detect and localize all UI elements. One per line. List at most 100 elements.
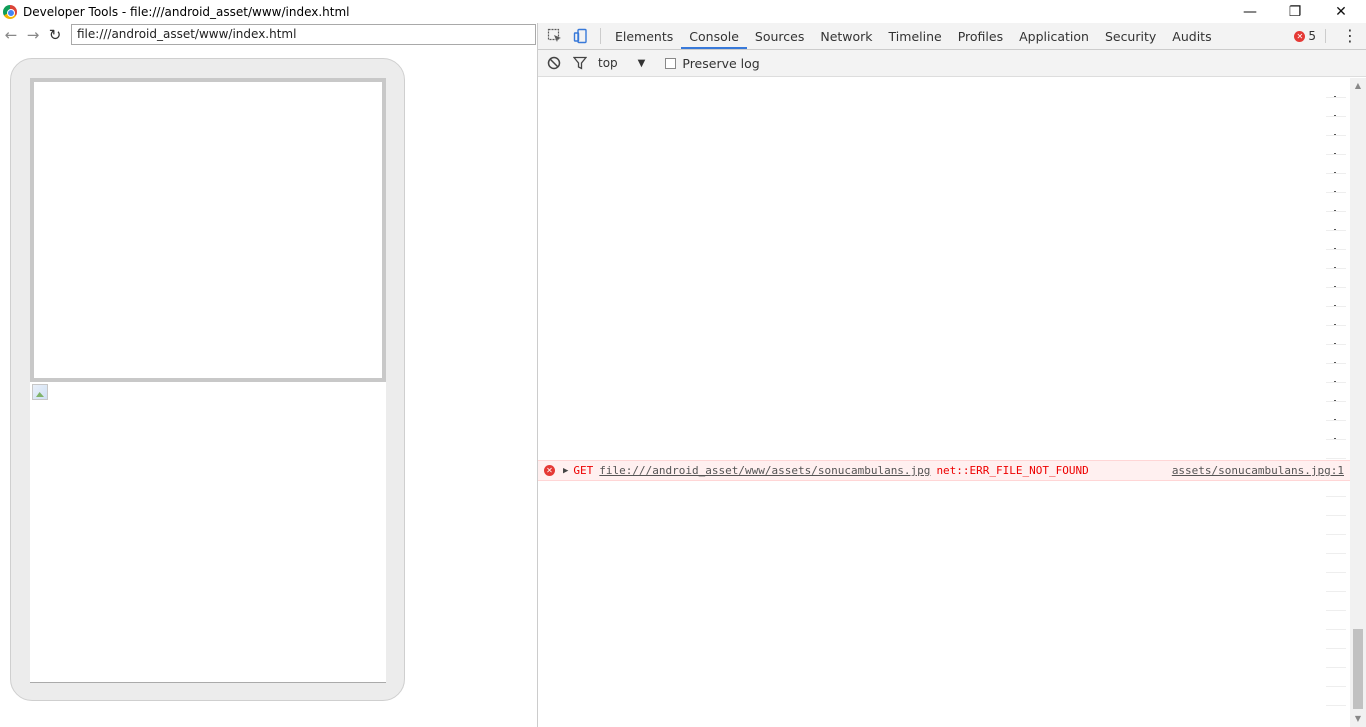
tick-dot [1334, 362, 1336, 363]
chrome-logo-icon [3, 4, 17, 19]
console-tick-mark [1326, 572, 1346, 573]
context-selector[interactable]: top [598, 56, 618, 70]
window-titlebar: Developer Tools - file:///android_asset/… [0, 0, 1366, 23]
scroll-up-arrow-icon[interactable]: ▲ [1350, 78, 1366, 94]
close-button[interactable]: ✕ [1318, 0, 1364, 23]
context-dropdown-arrow-icon[interactable]: ▼ [638, 58, 646, 69]
error-text: net::ERR_FILE_NOT_FOUND [936, 464, 1089, 477]
error-counter[interactable]: ✕ 5 [1294, 23, 1326, 49]
console-tick-mark [1326, 534, 1346, 535]
console-tick-mark [1326, 667, 1346, 668]
tick-dot [1334, 248, 1336, 249]
tick-dot [1334, 343, 1336, 344]
console-tick-mark [1326, 400, 1346, 402]
preserve-log-checkbox[interactable] [665, 57, 677, 69]
device-preview-pane: ← → ↻ file:///android_asset/www/index.ht… [0, 23, 537, 727]
console-tick-mark [1326, 553, 1346, 554]
console-tick-mark [1326, 267, 1346, 269]
console-tick-mark [1326, 96, 1346, 98]
source-link[interactable]: assets/sonucambulans.jpg:1 [1172, 464, 1344, 477]
tick-dot [1334, 438, 1336, 439]
tick-dot [1334, 115, 1336, 116]
tab-security[interactable]: Security [1097, 23, 1164, 49]
forward-arrow-icon[interactable]: → [22, 24, 44, 46]
error-count: 5 [1308, 29, 1316, 43]
more-options-icon[interactable]: ⋮ [1342, 23, 1358, 49]
tick-dot [1334, 324, 1336, 325]
error-icon: ✕ [1294, 30, 1306, 42]
tab-sources[interactable]: Sources [747, 23, 812, 49]
console-tick-mark [1326, 115, 1346, 117]
console-tick-mark [1326, 515, 1346, 516]
expand-triangle-icon[interactable]: ▶ [563, 466, 568, 476]
filter-icon[interactable] [572, 55, 588, 71]
tick-dot [1334, 229, 1336, 230]
console-tick-mark [1326, 229, 1346, 231]
reload-icon[interactable]: ↻ [44, 24, 66, 46]
console-tick-mark [1326, 496, 1346, 497]
inspect-element-icon[interactable] [542, 23, 568, 49]
console-toolbar: top ▼ Preserve log [538, 50, 1366, 77]
console-scrollbar[interactable]: ▲ ▼ [1350, 78, 1366, 727]
restore-button[interactable]: ❐ [1272, 0, 1318, 23]
console-tick-mark [1326, 610, 1346, 611]
tick-dot [1334, 305, 1336, 306]
tab-elements[interactable]: Elements [607, 23, 681, 49]
console-tick-mark [1326, 286, 1346, 288]
console-tick-mark [1326, 248, 1346, 250]
device-screen[interactable] [30, 78, 386, 683]
console-tick-mark [1326, 305, 1346, 307]
tick-dot [1334, 210, 1336, 211]
console-tick-mark [1326, 419, 1346, 421]
error-icon: ✕ [544, 465, 555, 476]
toolbar-separator [1325, 29, 1326, 43]
scrollbar-thumb[interactable] [1353, 629, 1363, 709]
devtools-panel: Elements Console Sources Network Timelin… [538, 23, 1366, 727]
request-method: GET [573, 464, 594, 477]
console-tick-mark [1326, 324, 1346, 326]
tick-dot [1334, 134, 1336, 135]
address-bar[interactable]: file:///android_asset/www/index.html [71, 24, 536, 45]
console-tick-mark [1326, 705, 1346, 706]
console-output[interactable]: ✕ ▶ GET file:///android_asset/www/assets… [538, 78, 1350, 727]
console-tick-mark [1326, 343, 1346, 345]
tick-dot [1334, 400, 1336, 401]
console-tick-mark [1326, 381, 1346, 383]
console-tick-mark [1326, 153, 1346, 155]
tab-timeline[interactable]: Timeline [881, 23, 950, 49]
tab-console[interactable]: Console [681, 23, 747, 49]
tick-dot [1334, 267, 1336, 268]
tick-dot [1334, 419, 1336, 420]
tick-dot [1334, 286, 1336, 287]
device-frame [10, 58, 405, 701]
console-tick-mark [1326, 686, 1346, 687]
console-tick-mark [1326, 134, 1346, 136]
clear-console-icon[interactable] [546, 55, 562, 71]
broken-image-icon [32, 384, 48, 400]
tick-dot [1334, 381, 1336, 382]
console-tick-mark [1326, 591, 1346, 592]
console-tick-mark [1326, 458, 1346, 459]
scroll-down-arrow-icon[interactable]: ▼ [1350, 711, 1366, 727]
content-frame [30, 78, 386, 382]
navigation-bar: ← → ↻ file:///android_asset/www/index.ht… [0, 23, 537, 46]
console-tick-mark [1326, 362, 1346, 364]
tab-profiles[interactable]: Profiles [950, 23, 1011, 49]
tab-network[interactable]: Network [812, 23, 880, 49]
tick-dot [1334, 96, 1336, 97]
console-tick-mark [1326, 191, 1346, 193]
preserve-log-label[interactable]: Preserve log [682, 56, 759, 71]
tick-dot [1334, 172, 1336, 173]
device-toolbar-icon[interactable] [568, 23, 594, 49]
tick-dot [1334, 191, 1336, 192]
console-tick-mark [1326, 629, 1346, 630]
minimize-button[interactable]: — [1227, 0, 1273, 23]
tab-audits[interactable]: Audits [1164, 23, 1219, 49]
back-arrow-icon[interactable]: ← [0, 24, 22, 46]
toolbar-separator [600, 28, 601, 44]
tab-application[interactable]: Application [1011, 23, 1097, 49]
window-title: Developer Tools - file:///android_asset/… [23, 4, 350, 19]
console-tick-mark [1326, 648, 1346, 649]
console-error-message[interactable]: ✕ ▶ GET file:///android_asset/www/assets… [538, 460, 1350, 481]
request-url-link[interactable]: file:///android_asset/www/assets/sonucam… [599, 464, 930, 477]
